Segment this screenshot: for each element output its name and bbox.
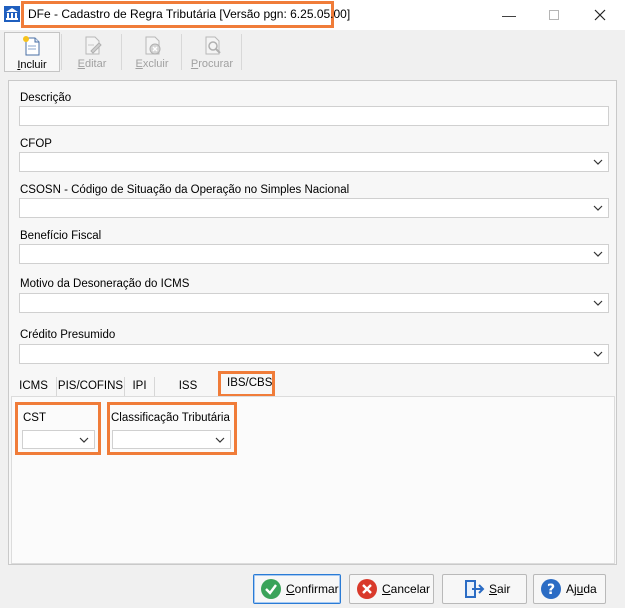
confirmar-button[interactable]: Confirmar — [253, 574, 341, 604]
descricao-label: Descrição — [20, 92, 72, 104]
cst-label: CST — [23, 412, 46, 424]
toolbar-separator — [181, 34, 182, 70]
cfop-select[interactable] — [19, 152, 609, 172]
confirmar-label: onfirmar — [294, 582, 339, 596]
beneficio-select[interactable] — [19, 244, 609, 264]
edit-document-icon — [85, 36, 102, 55]
chevron-down-icon — [593, 205, 603, 211]
toolbar-separator — [241, 34, 242, 70]
help-icon: ? — [541, 579, 561, 599]
cfop-label: CFOP — [20, 138, 52, 150]
maximize-button[interactable] — [531, 0, 577, 30]
ajuda-button[interactable]: ? Ajuda — [533, 574, 606, 604]
close-button[interactable] — [577, 0, 623, 30]
credito-select[interactable] — [19, 344, 609, 364]
ajuda-label-post: da — [583, 582, 597, 596]
window-title: DFe - Cadastro de Regra Tributária [Vers… — [28, 7, 351, 21]
toolbar: Incluir Editar Excluir Procurar — [0, 30, 625, 76]
editar-accel: E — [77, 58, 85, 70]
ibs-cbs-tab-panel: CST Classificação Tributária — [11, 396, 615, 564]
exit-icon — [465, 580, 485, 598]
cadastro-regra-tributaria-window: DFe - Cadastro de Regra Tributária [Vers… — [0, 0, 625, 608]
cancelar-accel: C — [382, 582, 391, 596]
incluir-label: ncluir — [20, 59, 47, 71]
tab-pis-cofins[interactable]: PIS/COFINS — [57, 377, 125, 397]
toolbar-separator — [61, 34, 62, 70]
motivo-select[interactable] — [19, 293, 609, 313]
incluir-button[interactable]: Incluir — [4, 32, 60, 72]
delete-document-icon — [145, 36, 161, 55]
check-icon — [261, 579, 281, 599]
minimize-button[interactable]: — — [486, 0, 532, 30]
excluir-label: xcluir — [142, 58, 169, 70]
chevron-down-icon — [215, 437, 225, 443]
beneficio-label: Benefício Fiscal — [20, 230, 102, 242]
form-panel: Descrição CFOP CSOSN - Código de Situaçã… — [8, 80, 617, 565]
procurar-button[interactable]: Procurar — [184, 32, 240, 72]
tax-tabs: ICMS PIS/COFINS IPI ISS IBS/CBS — [9, 371, 616, 397]
cancelar-button[interactable]: Cancelar — [349, 574, 434, 604]
toolbar-separator — [121, 34, 122, 70]
descricao-input[interactable] — [19, 106, 609, 126]
sair-button[interactable]: Sair — [442, 574, 527, 604]
sair-accel: S — [489, 582, 498, 596]
new-document-icon — [23, 36, 40, 56]
csosn-label: CSOSN - Código de Situação da Operação n… — [20, 184, 350, 196]
maximize-icon — [549, 10, 559, 20]
chevron-down-icon — [79, 437, 89, 443]
confirmar-accel: C — [286, 582, 295, 596]
credito-label: Crédito Presumido — [20, 329, 116, 341]
search-document-icon — [205, 36, 221, 55]
editar-button[interactable]: Editar — [64, 32, 120, 72]
tab-ibs-cbs[interactable]: IBS/CBS — [218, 371, 275, 397]
cancel-icon — [357, 579, 377, 599]
chevron-down-icon — [593, 251, 603, 257]
procurar-label: rocurar — [198, 58, 234, 70]
motivo-label: Motivo da Desoneração do ICMS — [20, 278, 190, 290]
app-bank-icon — [4, 6, 20, 22]
cst-select[interactable] — [22, 430, 95, 449]
tab-icms[interactable]: ICMS — [11, 377, 57, 397]
minimize-icon: — — [502, 7, 516, 23]
excluir-accel: E — [135, 58, 143, 70]
tab-ibs-cbs-label: IBS/CBS — [227, 377, 273, 389]
sair-label: air — [497, 582, 511, 596]
classificacao-label: Classificação Tributária — [111, 412, 230, 424]
svg-text:?: ? — [547, 582, 555, 598]
classificacao-select[interactable] — [112, 430, 231, 449]
tab-ipi[interactable]: IPI — [125, 377, 155, 397]
close-icon — [594, 9, 606, 21]
editar-label: ditar — [84, 58, 107, 70]
excluir-button[interactable]: Excluir — [124, 32, 180, 72]
chevron-down-icon — [593, 351, 603, 357]
ajuda-label-pre: Aj — [566, 582, 577, 596]
tab-iss[interactable]: ISS — [173, 377, 203, 397]
csosn-select[interactable] — [19, 198, 609, 218]
chevron-down-icon — [593, 300, 603, 306]
cancelar-label: ancelar — [390, 582, 431, 596]
title-bar: DFe - Cadastro de Regra Tributária [Vers… — [0, 0, 625, 30]
chevron-down-icon — [593, 159, 603, 165]
